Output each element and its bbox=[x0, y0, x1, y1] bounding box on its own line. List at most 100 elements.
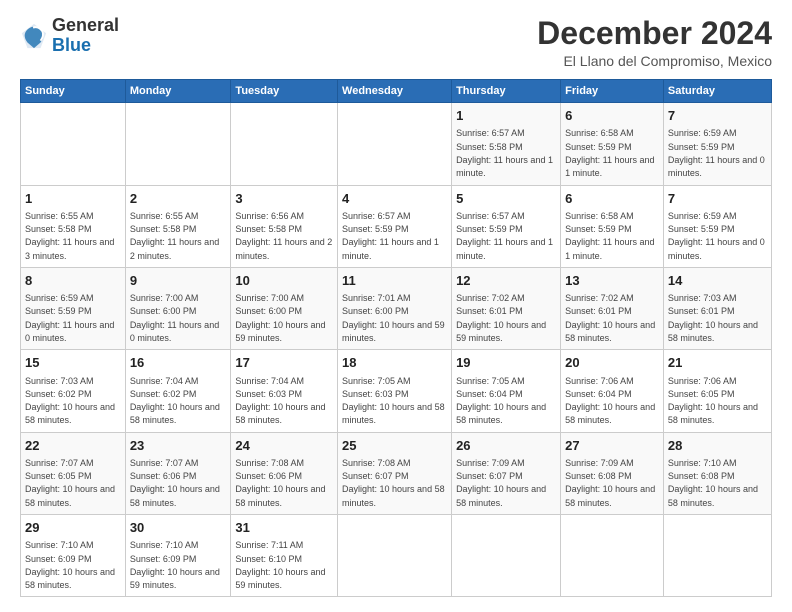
calendar-cell: 30Sunrise: 7:10 AMSunset: 6:09 PMDayligh… bbox=[125, 515, 231, 597]
day-info: Sunrise: 7:10 AMSunset: 6:09 PMDaylight:… bbox=[25, 540, 115, 590]
day-number: 9 bbox=[130, 272, 227, 290]
calendar-cell: 6 Sunrise: 6:58 AMSunset: 5:59 PMDaylight… bbox=[561, 103, 664, 185]
calendar-cell bbox=[338, 515, 452, 597]
day-number: 7 bbox=[668, 107, 767, 125]
col-wednesday: Wednesday bbox=[338, 80, 452, 103]
day-number: 23 bbox=[130, 437, 227, 455]
calendar-cell: 15Sunrise: 7:03 AMSunset: 6:02 PMDayligh… bbox=[21, 350, 126, 432]
day-info: Sunrise: 6:56 AMSunset: 5:58 PMDaylight:… bbox=[235, 211, 332, 261]
day-info: Sunrise: 6:55 AMSunset: 5:58 PMDaylight:… bbox=[130, 211, 219, 261]
calendar-cell: 11 Sunrise: 7:01 AMSunset: 6:00 PMDayligh… bbox=[338, 267, 452, 349]
calendar-cell bbox=[125, 103, 231, 185]
header-row: Sunday Monday Tuesday Wednesday Thursday… bbox=[21, 80, 772, 103]
calendar-cell: 8Sunrise: 6:59 AMSunset: 5:59 PMDaylight… bbox=[21, 267, 126, 349]
col-thursday: Thursday bbox=[452, 80, 561, 103]
day-info: Sunrise: 7:00 AMSunset: 6:00 PMDaylight:… bbox=[235, 293, 325, 343]
day-info: Sunrise: 7:03 AMSunset: 6:01 PMDaylight:… bbox=[668, 293, 758, 343]
calendar-cell bbox=[21, 103, 126, 185]
page: General Blue December 2024 El Llano del … bbox=[0, 0, 792, 612]
day-number: 5 bbox=[456, 190, 556, 208]
day-number: 25 bbox=[342, 437, 447, 455]
day-number: 6 bbox=[565, 190, 659, 208]
calendar-week-2: 8Sunrise: 6:59 AMSunset: 5:59 PMDaylight… bbox=[21, 267, 772, 349]
day-number: 1 bbox=[456, 107, 556, 125]
day-number: 8 bbox=[25, 272, 121, 290]
day-number: 18 bbox=[342, 354, 447, 372]
col-friday: Friday bbox=[561, 80, 664, 103]
col-monday: Monday bbox=[125, 80, 231, 103]
calendar-cell: 25Sunrise: 7:08 AMSunset: 6:07 PMDayligh… bbox=[338, 432, 452, 514]
day-info: Sunrise: 7:11 AMSunset: 6:10 PMDaylight:… bbox=[235, 540, 325, 590]
day-number: 29 bbox=[25, 519, 121, 537]
calendar-week-0: 1Sunrise: 6:57 AMSunset: 5:58 PMDaylight… bbox=[21, 103, 772, 185]
calendar-header: Sunday Monday Tuesday Wednesday Thursday… bbox=[21, 80, 772, 103]
day-info: Sunrise: 7:07 AMSunset: 6:06 PMDaylight:… bbox=[130, 458, 220, 508]
day-info: Sunrise: 7:06 AMSunset: 6:04 PMDaylight:… bbox=[565, 376, 655, 426]
calendar-cell: 23 Sunrise: 7:07 AMSunset: 6:06 PMDayligh… bbox=[125, 432, 231, 514]
calendar-cell bbox=[338, 103, 452, 185]
day-info: Sunrise: 6:55 AMSunset: 5:58 PMDaylight:… bbox=[25, 211, 114, 261]
logo: General Blue bbox=[20, 16, 119, 56]
calendar-cell: 21Sunrise: 7:06 AMSunset: 6:05 PMDayligh… bbox=[663, 350, 771, 432]
calendar-week-3: 15Sunrise: 7:03 AMSunset: 6:02 PMDayligh… bbox=[21, 350, 772, 432]
calendar-cell: 1Sunrise: 6:57 AMSunset: 5:58 PMDaylight… bbox=[452, 103, 561, 185]
day-info: Sunrise: 6:58 AMSunset: 5:59 PMDaylight:… bbox=[565, 211, 654, 261]
day-info: Sunrise: 6:57 AMSunset: 5:59 PMDaylight:… bbox=[342, 211, 439, 261]
col-saturday: Saturday bbox=[663, 80, 771, 103]
day-info: Sunrise: 7:05 AMSunset: 6:03 PMDaylight:… bbox=[342, 376, 445, 426]
calendar-cell: 9 Sunrise: 7:00 AMSunset: 6:00 PMDaylight… bbox=[125, 267, 231, 349]
day-info: Sunrise: 7:08 AMSunset: 6:06 PMDaylight:… bbox=[235, 458, 325, 508]
day-number: 17 bbox=[235, 354, 333, 372]
day-number: 19 bbox=[456, 354, 556, 372]
calendar-cell: 22Sunrise: 7:07 AMSunset: 6:05 PMDayligh… bbox=[21, 432, 126, 514]
day-info: Sunrise: 6:57 AMSunset: 5:59 PMDaylight:… bbox=[456, 211, 553, 261]
day-number: 7 bbox=[668, 190, 767, 208]
calendar-cell: 6 Sunrise: 6:58 AMSunset: 5:59 PMDaylight… bbox=[561, 185, 664, 267]
calendar-cell: 19 Sunrise: 7:05 AMSunset: 6:04 PMDayligh… bbox=[452, 350, 561, 432]
subtitle: El Llano del Compromiso, Mexico bbox=[537, 53, 772, 69]
day-info: Sunrise: 6:59 AMSunset: 5:59 PMDaylight:… bbox=[668, 128, 765, 178]
day-number: 12 bbox=[456, 272, 556, 290]
calendar-cell: 7Sunrise: 6:59 AMSunset: 5:59 PMDaylight… bbox=[663, 185, 771, 267]
calendar-body: 1Sunrise: 6:57 AMSunset: 5:58 PMDaylight… bbox=[21, 103, 772, 597]
calendar-cell bbox=[663, 515, 771, 597]
day-number: 11 bbox=[342, 272, 447, 290]
col-tuesday: Tuesday bbox=[231, 80, 338, 103]
day-number: 28 bbox=[668, 437, 767, 455]
calendar-cell: 10 Sunrise: 7:00 AMSunset: 6:00 PMDayligh… bbox=[231, 267, 338, 349]
day-info: Sunrise: 7:02 AMSunset: 6:01 PMDaylight:… bbox=[456, 293, 546, 343]
calendar-cell: 27Sunrise: 7:09 AMSunset: 6:08 PMDayligh… bbox=[561, 432, 664, 514]
day-info: Sunrise: 7:05 AMSunset: 6:04 PMDaylight:… bbox=[456, 376, 546, 426]
day-info: Sunrise: 7:10 AMSunset: 6:08 PMDaylight:… bbox=[668, 458, 758, 508]
calendar-cell: 20 Sunrise: 7:06 AMSunset: 6:04 PMDayligh… bbox=[561, 350, 664, 432]
main-title: December 2024 bbox=[537, 16, 772, 51]
day-number: 6 bbox=[565, 107, 659, 125]
calendar-week-5: 29 Sunrise: 7:10 AMSunset: 6:09 PMDayligh… bbox=[21, 515, 772, 597]
logo-blue-text: Blue bbox=[52, 36, 119, 56]
logo-icon bbox=[20, 22, 48, 50]
day-number: 15 bbox=[25, 354, 121, 372]
calendar-cell: 13Sunrise: 7:02 AMSunset: 6:01 PMDayligh… bbox=[561, 267, 664, 349]
calendar-cell: 7 Sunrise: 6:59 AMSunset: 5:59 PMDaylight… bbox=[663, 103, 771, 185]
day-info: Sunrise: 7:01 AMSunset: 6:00 PMDaylight:… bbox=[342, 293, 445, 343]
day-number: 10 bbox=[235, 272, 333, 290]
day-number: 2 bbox=[130, 190, 227, 208]
day-number: 30 bbox=[130, 519, 227, 537]
day-number: 20 bbox=[565, 354, 659, 372]
logo-text: General Blue bbox=[52, 16, 119, 56]
header: General Blue December 2024 El Llano del … bbox=[20, 16, 772, 69]
day-number: 13 bbox=[565, 272, 659, 290]
calendar-cell: 31 Sunrise: 7:11 AMSunset: 6:10 PMDayligh… bbox=[231, 515, 338, 597]
calendar-cell: 17Sunrise: 7:04 AMSunset: 6:03 PMDayligh… bbox=[231, 350, 338, 432]
calendar-cell bbox=[452, 515, 561, 597]
col-sunday: Sunday bbox=[21, 80, 126, 103]
day-number: 22 bbox=[25, 437, 121, 455]
day-number: 31 bbox=[235, 519, 333, 537]
calendar-cell bbox=[231, 103, 338, 185]
day-info: Sunrise: 7:06 AMSunset: 6:05 PMDaylight:… bbox=[668, 376, 758, 426]
day-number: 26 bbox=[456, 437, 556, 455]
day-info: Sunrise: 7:00 AMSunset: 6:00 PMDaylight:… bbox=[130, 293, 219, 343]
calendar-cell: 2 Sunrise: 6:55 AMSunset: 5:58 PMDaylight… bbox=[125, 185, 231, 267]
day-info: Sunrise: 6:58 AMSunset: 5:59 PMDaylight:… bbox=[565, 128, 654, 178]
calendar-week-1: 1Sunrise: 6:55 AMSunset: 5:58 PMDaylight… bbox=[21, 185, 772, 267]
